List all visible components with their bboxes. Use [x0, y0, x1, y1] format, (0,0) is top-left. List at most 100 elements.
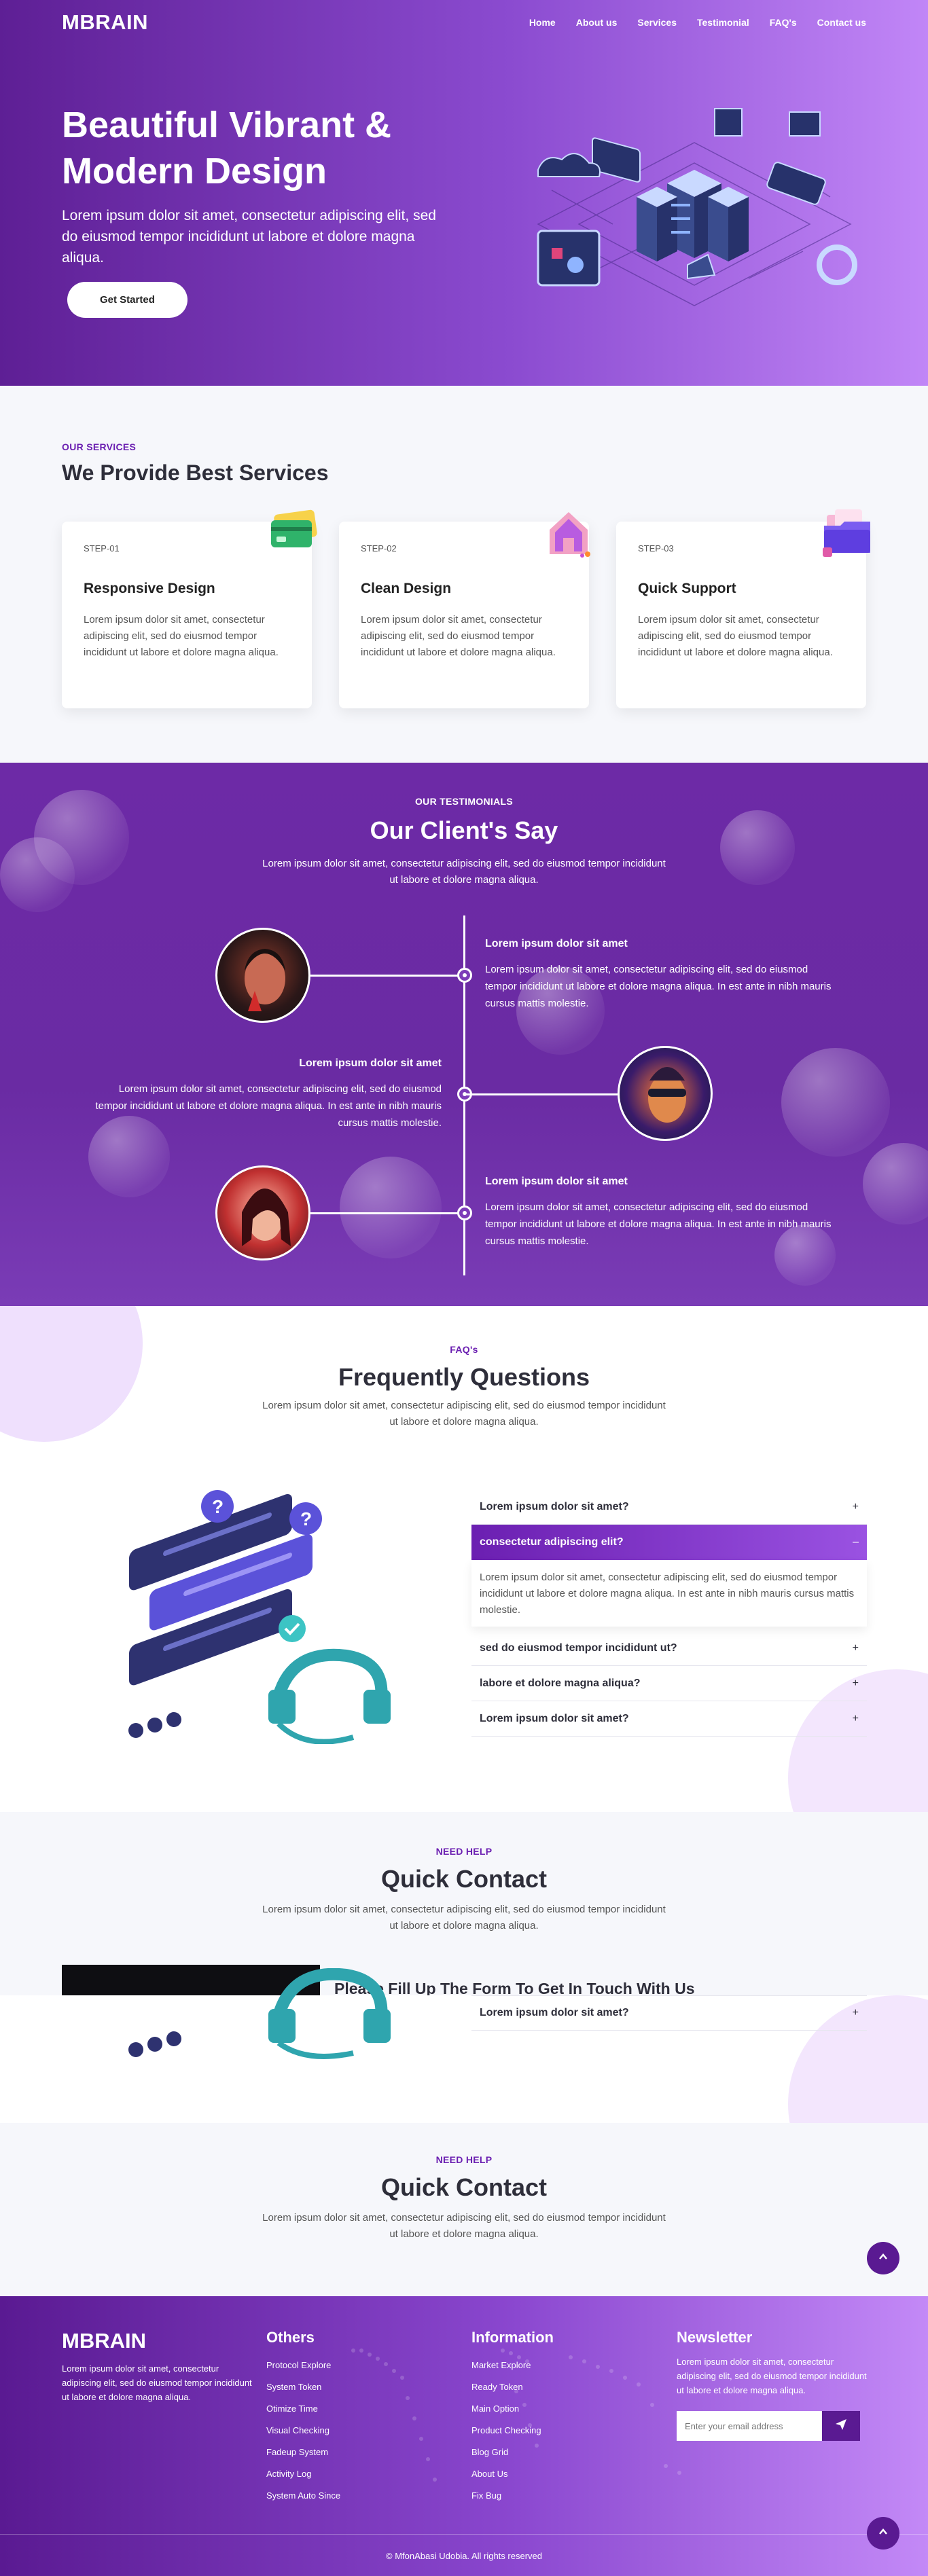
faq-item[interactable]: labore et dolore magna aliqua? + [471, 1666, 867, 1701]
service-card[interactable]: STEP-02 Clean Design Lorem ipsum dolor s… [339, 512, 590, 708]
footer-logo[interactable]: MBRAIN [62, 2329, 252, 2353]
decorative-bubble [781, 1048, 890, 1157]
get-started-button[interactable]: Get Started [67, 282, 188, 318]
card-step: STEP-03 [638, 543, 674, 554]
svg-text:?: ? [300, 1508, 312, 1529]
footer-link[interactable]: Activity Log [266, 2463, 340, 2485]
footer-link[interactable]: Ready Token [471, 2376, 554, 2398]
card-text: Lorem ipsum dolor sit amet, consectetur … [638, 614, 833, 658]
testimonial-item: Lorem ipsum dolor sit amet Lorem ipsum d… [485, 1176, 838, 1250]
footer-link[interactable]: Market Explore [471, 2355, 554, 2376]
chat-support-illustration: ? ? [128, 1490, 391, 1744]
faq-item-open[interactable]: consectetur adipiscing elit? – [471, 1525, 867, 1560]
footer-link[interactable]: System Token [266, 2376, 340, 2398]
faq-answer: Lorem ipsum dolor sit amet, consectetur … [471, 1560, 867, 1627]
hero-subtitle: Lorem ipsum dolor sit amet, consectetur … [62, 208, 436, 266]
footer-link[interactable]: Otimize Time [266, 2398, 340, 2420]
chat-support-illustration [128, 1968, 391, 2059]
email-field[interactable] [677, 2411, 822, 2441]
timeline-connector [465, 1093, 618, 1095]
testimonial-heading: Lorem ipsum dolor sit amet [299, 1057, 442, 1069]
footer-link[interactable]: Fadeup System [266, 2442, 340, 2463]
testimonial-text: Lorem ipsum dolor sit amet, consectetur … [485, 964, 832, 1009]
testimonial-text: Lorem ipsum dolor sit amet, consectetur … [485, 1201, 832, 1247]
decorative-bubble [0, 837, 75, 912]
faq-item[interactable]: Lorem ipsum dolor sit amet? + [471, 1701, 867, 1737]
footer-information: Information Market Explore Ready Token M… [471, 2329, 554, 2507]
faq-eyebrow: FAQ's [450, 1344, 478, 1355]
isometric-server-illustration [537, 108, 857, 306]
scroll-to-top-button[interactable] [867, 2242, 899, 2274]
services-title: We Provide Best Services [62, 460, 329, 485]
nav-testimonial[interactable]: Testimonial [697, 17, 749, 28]
faq-item[interactable]: sed do eiusmod tempor incididunt ut? + [471, 1631, 867, 1666]
footer-link[interactable]: Product Checking [471, 2420, 554, 2442]
footer-link[interactable]: Main Option [471, 2398, 554, 2420]
footer-link[interactable]: System Auto Since [266, 2485, 340, 2507]
footer-link[interactable]: Fix Bug [471, 2485, 554, 2507]
footer-about-text: Lorem ipsum dolor sit amet, consectetur … [62, 2363, 252, 2402]
faq-question: sed do eiusmod tempor incididunt ut? [480, 1641, 677, 1654]
testimonial-heading: Lorem ipsum dolor sit amet [485, 938, 628, 949]
service-card[interactable]: STEP-01 Responsive Design Lorem ipsum do… [62, 509, 317, 708]
nav-home[interactable]: Home [529, 17, 556, 28]
service-card[interactable]: STEP-03 Quick Support Lorem ipsum dolor … [616, 509, 870, 708]
card-step: STEP-02 [361, 543, 397, 554]
faq-question: Lorem ipsum dolor sit amet? [480, 2007, 629, 2018]
decorative-bubble [340, 1157, 442, 1258]
faq-question: labore et dolore magna aliqua? [480, 1677, 641, 1689]
nav-contact[interactable]: Contact us [817, 17, 866, 28]
testimonial-heading: Lorem ipsum dolor sit amet [485, 1176, 628, 1187]
client-avatar [215, 1165, 310, 1260]
subscribe-button[interactable] [822, 2411, 860, 2441]
timeline-node [457, 968, 472, 983]
timeline-connector [310, 975, 463, 977]
footer-heading: Information [471, 2329, 554, 2346]
timeline-node [457, 1205, 472, 1220]
service-cards: STEP-01 Responsive Design Lorem ipsum do… [62, 509, 870, 708]
footer-newsletter: Newsletter Lorem ipsum dolor sit amet, c… [677, 2329, 867, 2441]
folder-icon [823, 509, 870, 557]
contact-subtitle: Lorem ipsum dolor sit amet, consectetur … [262, 1904, 666, 1931]
nav-services[interactable]: Services [637, 17, 677, 28]
newsletter-text: Lorem ipsum dolor sit amet, consectetur … [677, 2357, 867, 2395]
navbar: MBRAIN Home About us Services Testimonia… [0, 0, 928, 45]
scroll-to-top-button[interactable] [867, 2517, 899, 2550]
footer-divider [0, 2534, 928, 2535]
faq-title: Frequently Questions [338, 1363, 590, 1391]
testimonial-item: Lorem ipsum dolor sit amet Lorem ipsum d… [90, 1057, 442, 1131]
newsletter-form [677, 2411, 867, 2441]
plus-icon[interactable]: + [853, 1677, 859, 1690]
home-icon [550, 512, 590, 558]
nav-about[interactable]: About us [576, 17, 618, 28]
services-section: OUR SERVICES We Provide Best Services ST… [0, 386, 928, 763]
logo[interactable]: MBRAIN [62, 10, 148, 35]
footer-link[interactable]: About Us [471, 2463, 554, 2485]
testimonials-section: OUR TESTIMONIALS Our Client's Say Lorem … [0, 763, 928, 1306]
footer-links: Market Explore Ready Token Main Option P… [471, 2355, 554, 2507]
contact-title: Quick Contact [380, 2173, 548, 2201]
hero-section: MBRAIN Home About us Services Testimonia… [0, 0, 928, 386]
client-avatar [215, 928, 310, 1023]
chevron-up-icon [878, 2251, 889, 2266]
contact-subtitle: Lorem ipsum dolor sit amet, consectetur … [262, 2212, 666, 2240]
plus-icon[interactable]: + [853, 1642, 859, 1654]
overlapping-faq-strip: Lorem ipsum dolor sit amet? + [0, 1968, 928, 2123]
card-title: Responsive Design [84, 581, 215, 596]
timeline-connector [310, 1212, 463, 1214]
footer-link[interactable]: Blog Grid [471, 2442, 554, 2463]
plus-icon[interactable]: + [853, 1713, 859, 1725]
faq-subtitle: Lorem ipsum dolor sit amet, consectetur … [262, 1400, 666, 1428]
contact-eyebrow: NEED HELP [435, 1846, 493, 1857]
faq-item[interactable]: Lorem ipsum dolor sit amet? + [471, 1995, 867, 2031]
footer-link[interactable]: Visual Checking [266, 2420, 340, 2442]
faq-item[interactable]: Lorem ipsum dolor sit amet? + [471, 1489, 867, 1525]
card-step: STEP-01 [84, 543, 120, 554]
footer-link[interactable]: Protocol Explore [266, 2355, 340, 2376]
plus-icon[interactable]: + [853, 2007, 859, 2019]
faq-question: Lorem ipsum dolor sit amet? [480, 1712, 629, 1724]
card-text: Lorem ipsum dolor sit amet, consectetur … [361, 614, 556, 658]
minus-icon[interactable]: – [853, 1536, 859, 1548]
plus-icon[interactable]: + [853, 1501, 859, 1513]
nav-faqs[interactable]: FAQ's [770, 17, 797, 28]
